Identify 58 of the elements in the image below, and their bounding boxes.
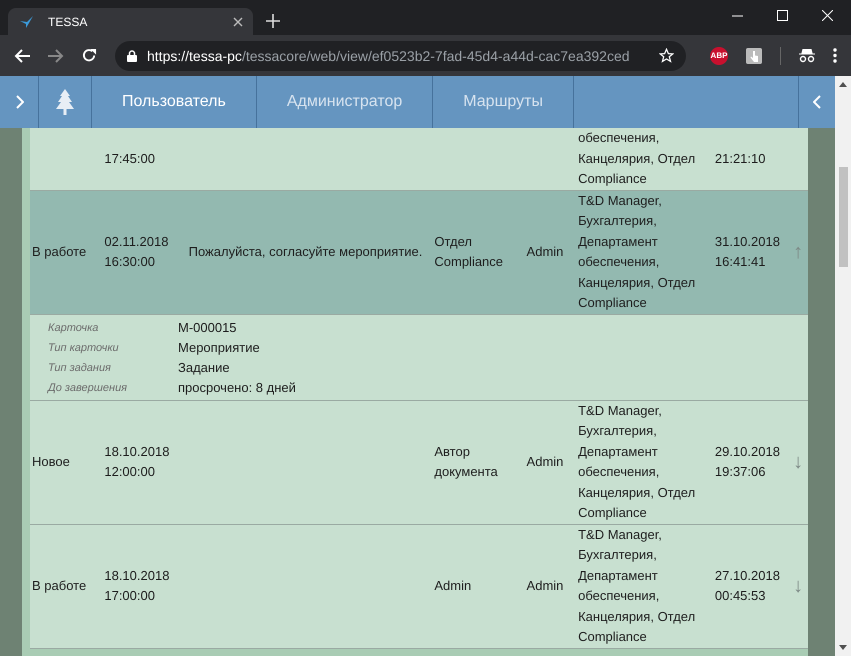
detail-value: Мероприятие (178, 338, 261, 357)
created-date-cell-text: 31.10.2018 16:41:41 (714, 232, 781, 271)
address-bar[interactable]: https://tessa-pc/tessacore/web/view/ef0523b2-7fad-45d4-a44d-cac7ea392ced (115, 40, 686, 70)
star-icon[interactable] (659, 48, 674, 63)
departments-cell-text: T&D Manager, Бухгалтерия, Департамент обеспечения, Канцелярия, Отдел Compliance (577, 402, 696, 522)
chevron-left-icon[interactable] (813, 95, 821, 109)
scrollbar[interactable] (835, 76, 851, 656)
detail-label: Тип задания (48, 360, 112, 376)
task-row[interactable]: В работе 18.10.2018 17:00:00 Admin Admin T&D Manager, Бухгалтерия, Департамент обеспечения, Канцелярия, Отдел Compliance 27.10.2018 00:45:53 ↓ (30, 524, 808, 648)
detail-value: M-000015 (178, 318, 238, 336)
due-date-cell-text: 02.11.2018 16:30:00 (103, 232, 170, 271)
due-date-cell-text: 18.10.2018 12:00:00 (103, 442, 170, 481)
tab-title: TESSA (48, 14, 88, 28)
chevron-right-icon[interactable] (16, 95, 24, 109)
created-date-cell-text: 29.10.2018 19:37:06 (714, 442, 781, 481)
performer-cell-text: Отдел Compliance (433, 232, 504, 271)
minimize-icon[interactable] (732, 14, 743, 16)
forward-arrow-icon[interactable] (48, 48, 64, 62)
detail-value: Задание (178, 358, 231, 377)
url-text: https://tessa-pc/tessacore/web/view/ef0523b2-7fad-45d4-a44d-cac7ea392ced (147, 48, 631, 64)
author-cell-text: Admin (526, 452, 564, 471)
nav-tab[interactable]: Пользователь (92, 93, 256, 111)
scroll-down-icon[interactable] (839, 645, 847, 650)
maximize-icon[interactable] (777, 10, 788, 21)
task-row[interactable]: Новое 18.10.2018 12:00:00 Автор документа Admin T&D Manager, Бухгалтерия, Департамент обеспечения, Канцелярия, Отдел Compliance 29.10.2018 19:37:06 ↓ (30, 400, 808, 524)
back-arrow-icon[interactable] (14, 48, 30, 62)
tree-icon[interactable] (55, 89, 75, 115)
due-date-cell-text: 17:45:00 (103, 150, 156, 168)
detail-label: Карточка (48, 320, 100, 336)
state-cell-text: В работе (31, 576, 88, 595)
detail-label: До завершения (48, 380, 128, 396)
plus-icon[interactable] (266, 14, 280, 28)
author-cell-text: Admin (526, 242, 564, 261)
hand-cursor-icon[interactable] (746, 48, 762, 64)
bird-icon (20, 16, 34, 28)
departments-cell-text: T&D Manager, Бухгалтерия, Департамент обеспечения, Канцелярия, Отдел Compliance (577, 192, 696, 312)
scroll-up-icon[interactable] (839, 82, 847, 87)
state-cell-text: В работе (31, 242, 88, 261)
detail-label: Тип карточки (48, 340, 120, 356)
departments-cell-text: обеспечения, Канцелярия, Отдел Compliance (577, 129, 696, 188)
spy-glasses-icon[interactable] (799, 48, 815, 62)
due-date-cell-text: 18.10.2018 17:00:00 (103, 566, 170, 605)
lock-icon (127, 50, 137, 62)
performer-cell-text: Автор документа (433, 442, 499, 481)
state-cell-text: Новое (31, 452, 71, 471)
description-cell-text: Пожалуйста, согласуйте мероприятие. (188, 242, 424, 261)
detail-value: просрочено: 8 дней (178, 378, 296, 397)
menu-icon[interactable] (833, 48, 837, 63)
departments-cell-text: T&D Manager, Бухгалтерия, Департамент обеспечения, Канцелярия, Отдел Compliance (577, 526, 696, 646)
performer-cell-text: Admin (433, 576, 472, 595)
browser-tab[interactable]: TESSA (8, 8, 253, 35)
adblock-button[interactable]: ABP (710, 46, 728, 64)
created-date-cell-text: 21:21:10 (714, 150, 766, 168)
reload-icon[interactable] (82, 48, 97, 63)
scrollbar-thumb[interactable] (838, 167, 848, 267)
author-cell-text: Admin (526, 576, 564, 595)
close-icon[interactable] (233, 16, 243, 26)
created-date-cell-text: 27.10.2018 00:45:53 (714, 566, 781, 605)
